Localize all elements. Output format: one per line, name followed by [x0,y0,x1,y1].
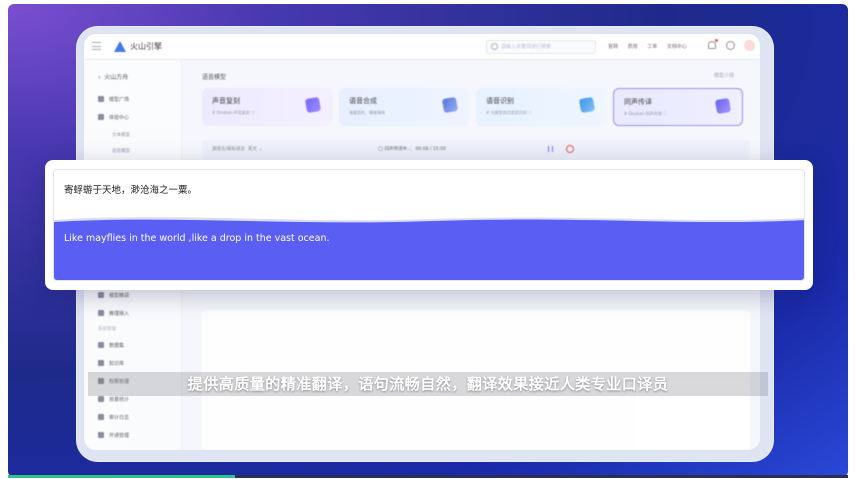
sidebar-back-label: 火山方舟 [104,74,129,81]
flask-icon [98,114,104,120]
status-text: 同声传译中... [384,147,412,152]
translation-card-inner: 寄蜉蝣于天地，渺沧海之一粟。 Like mayflies in the worl… [53,169,805,281]
sidebar-item-label: 开通管理 [109,433,130,439]
menu-icon[interactable] [92,42,101,50]
interpretation-icon [714,97,732,115]
sidebar-back[interactable]: ‹ 火山方舟 [98,72,128,81]
search-placeholder: 请输入关键词进行搜索 [501,44,552,50]
card-title: 同声传译 [624,98,652,106]
sidebar-item-label: 模型精调 [109,293,130,299]
sidebar-item-activation[interactable]: 开通管理 [98,432,129,439]
sidebar-item-dataset[interactable]: 数据集 [98,342,124,349]
brand-name: 火山引擎 [130,42,162,51]
asr-icon [578,96,596,114]
top-link-ticket[interactable]: 工单 [647,44,657,50]
voice-clone-icon [304,96,322,114]
avatar[interactable] [744,40,755,51]
card-subtitle: 海量音色、情感演绎 [349,110,385,115]
language-select-label: 源语言/目标语言 [212,147,246,152]
sidebar-item-label: 知识库 [109,361,125,367]
sidebar-item-label: 模型广场 [109,97,130,103]
card-subtitle: # Doubao-声音复刻 ⓘ [212,110,255,115]
top-bar: 火山引擎 请输入关键词进行搜索 官网 费用 工单 文档中心 [84,34,760,60]
toggle-icon [98,432,104,438]
top-link-billing[interactable]: 费用 [628,44,638,50]
sidebar-item-usage[interactable]: 用量统计 [98,396,129,403]
card-title: 语音合成 [349,97,377,105]
book-icon [98,360,104,366]
sidebar-item-knowledge[interactable]: 知识库 [98,360,124,367]
model-intro-link[interactable]: 模型介绍 [714,72,734,79]
sidebar-group-system: 系统管理 [98,327,116,332]
database-icon [98,342,104,348]
sidebar-item-label: 数据集 [109,343,125,349]
tts-icon [441,96,459,114]
sidebar-item-label: 推理接入 [109,311,130,317]
video-progress-bar[interactable] [8,475,848,478]
sidebar-item-audit[interactable]: 审计日志 [98,414,129,421]
server-icon [98,310,104,316]
bell-icon[interactable] [708,41,716,49]
card-subtitle: # 大模型流式语音识别 ⓘ [486,110,532,115]
search-icon [491,43,498,50]
search-input[interactable]: 请输入关键词进行搜索 [486,40,596,54]
card-asr[interactable]: 语音识别 # 大模型流式语音识别 ⓘ [476,88,606,126]
card-subtitle: # Doubao-同声传译 ⓘ [624,111,667,116]
sidebar-item-experience[interactable]: 体验中心 [98,114,129,121]
sidebar-item-finetune[interactable]: 模型精调 [98,292,129,299]
sidebar-item-model-square[interactable]: 模型广场 [98,96,129,103]
top-link-docs[interactable]: 文档中心 [667,44,687,50]
interpretation-status: ◯ 同声传译中... 00:08 / 15:00 [378,147,446,152]
shield-icon [98,414,104,420]
language-select[interactable]: 源语言/目标语言 英文 ⌄ [212,146,262,152]
card-title: 声音复刻 [212,97,240,105]
translation-card: 寄蜉蝣于天地，渺沧海之一粟。 Like mayflies in the worl… [45,160,813,290]
interpretation-toolbar: 源语言/目标语言 英文 ⌄ ◯ 同声传译中... 00:08 / 15:00 [202,140,750,160]
card-tts[interactable]: 语音合成 海量音色、情感演绎 [339,88,469,126]
grid-icon [98,96,104,102]
top-links: 官网 费用 工单 文档中心 [608,43,695,50]
help-icon[interactable] [726,41,735,50]
card-voice-clone[interactable]: 声音复刻 # Doubao-声音复刻 ⓘ [202,88,332,126]
source-text: 寄蜉蝣于天地，渺沧海之一粟。 [64,185,198,196]
sidebar-item-label: 体验中心 [109,115,130,121]
video-subtitle: 提供高质量的精准翻译，语句流畅自然，翻译效果接近人类专业口译员 [187,375,669,393]
target-text: Like mayflies in the world ,like a drop … [64,233,330,244]
card-simultaneous-interpretation[interactable]: 同声传译 # Doubao-同声传译 ⓘ [613,88,743,126]
logo-icon [114,41,126,52]
sidebar-item-inference[interactable]: 推理接入 [98,310,129,317]
language-select-value: 英文 [247,147,257,152]
sidebar-item-label: 审计日志 [109,415,130,421]
status-timer: 00:08 / 15:00 [415,147,446,152]
video-progress-fill [8,475,235,478]
pause-icon[interactable] [548,146,553,152]
page-title: 语音模型 [202,74,227,81]
card-title: 语音识别 [486,97,514,105]
tune-icon [98,292,104,298]
translation-band [54,217,804,280]
sidebar-sub-text-model[interactable]: 文本模型 [112,132,130,138]
sidebar-sub-voice-model[interactable]: 语音模型 [112,148,130,154]
sidebar-item-label: 用量统计 [109,397,130,403]
notification-dot [715,39,718,42]
chart-icon [98,396,104,402]
stop-icon[interactable] [566,145,574,153]
top-link-official[interactable]: 官网 [608,44,618,50]
